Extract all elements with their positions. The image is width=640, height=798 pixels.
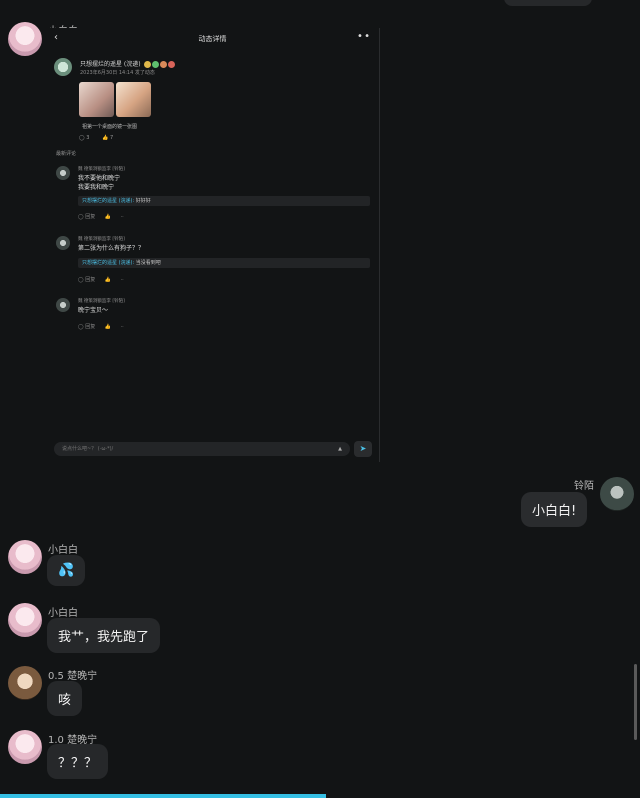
send-icon: ➤ [354,441,372,457]
reply-label: 回复 [85,324,96,330]
thumbs-up-icon: 👍 [102,135,109,141]
sender-name: 0.5 楚晚宁 [48,671,98,682]
reply-text: 当没看到吧 [134,260,161,266]
comment-item: 魏 德策洞额监李 [铃陌] 晚宁宝贝～ ◯ 回复 👍 ·· [56,298,372,338]
more-icon: ·· [120,277,124,283]
comment-reply: 只想摆烂的遥星 (浣递): 好好好 [78,196,370,206]
more-icon: • • [357,31,370,42]
comment-icon: ◯ [79,135,85,141]
comment-reply: 只想摆烂的遥星 (浣递): 当没看到吧 [78,258,370,268]
comment-input: 说点什么吧~？ (·ω·*)/ ▲ [54,442,350,456]
post-meta: 2023年6月30日 14:14 发了动态 [80,70,155,76]
more-icon: ·· [120,324,124,330]
shared-screenshot[interactable]: ‹ 动态详情 • • 只想摆烂的遥星 (浣递) 2023年6月30日 14:14… [46,28,380,462]
previous-message-bubble [504,0,592,6]
commenter-name: 魏 德策洞额监李 [铃陌] [78,237,125,242]
like-count: 7 [109,135,114,141]
reply-name: 只想摆烂的遥星 (浣递): [82,198,135,204]
comment-text: 晚宁宝贝～ [78,307,109,314]
commenter-name: 魏 德策洞额监李 [铃陌] [78,167,125,172]
avatar[interactable] [8,22,42,56]
section-label: 最新评论 [56,151,77,157]
sender-name: 小白白 [48,545,78,556]
comment-actions: ◯ 回复 👍 ·· [78,277,124,283]
thumbs-up-icon: 👍 [104,324,111,330]
message-bubble[interactable]: 咳 [47,681,83,716]
reply-name: 只想摆烂的遥星 (浣递): [82,260,135,266]
comment-line: 我不要他和晚宁 [78,175,121,182]
reply-label: 回复 [85,214,96,220]
progress-bar [0,794,326,798]
commenter-name: 魏 德策洞额监李 [铃陌] [78,299,125,304]
comment-item: 魏 德策洞额监李 [铃陌] 第二张为什么有狗子？？ 只想摆烂的遥星 (浣递): … [56,236,372,296]
comment-actions: ◯ 回复 👍 ·· [78,324,124,330]
commenter-avatar [56,236,70,250]
badge-icon [167,61,175,68]
post-author: 只想摆烂的遥星 (浣递) [80,59,175,68]
avatar[interactable] [600,477,634,511]
reply-text: 好好好 [134,198,151,204]
comment-line: 我要我和晚宁 [78,184,115,191]
thumbs-up-icon: 👍 [104,214,111,220]
message-bubble[interactable]: ？？？ [47,744,109,779]
post-author-name: 只想摆烂的遥星 (浣递) [80,61,141,68]
comment-item: 魏 德策洞额监李 [铃陌] 我不要他和晚宁 我要我和晚宁 只想摆烂的遥星 (浣递… [56,166,372,246]
thumbs-up-icon: 👍 [104,277,111,283]
avatar[interactable] [8,540,42,574]
message-bubble[interactable]: 我艹，我先跑了 [47,618,161,653]
sender-name: 铃陌 [574,481,594,492]
avatar[interactable] [8,666,42,700]
message-bubble[interactable]: 小白白! [521,492,588,527]
input-placeholder: 说点什么吧~？ (·ω·*)/ [62,446,114,452]
post-avatar [54,58,72,76]
image-icon: ▲ [338,446,342,452]
more-icon: ·· [120,214,124,220]
badge-icon [151,61,159,68]
post-image [79,82,114,117]
comment-text: 我不要他和晚宁 我要我和晚宁 [78,174,120,192]
scrollbar[interactable] [634,664,637,740]
post-stats: ◯ 3 👍 7 [79,135,113,141]
card-header-title: 动态详情 [198,35,227,43]
post-image [116,82,151,117]
comment-text: 第二张为什么有狗子？？ [78,245,145,252]
sender-name: 小白白 [48,608,78,619]
badge-icon [159,61,167,68]
commenter-avatar [56,298,70,312]
post-caption: 祖第一个桌面的镜一张图 [82,124,138,130]
comment-actions: ◯ 回复 👍 ·· [78,214,124,220]
commenter-avatar [56,166,70,180]
avatar[interactable] [8,730,42,764]
avatar[interactable] [8,603,42,637]
message-bubble[interactable]: 💦 [47,555,86,586]
badge-icon [143,61,151,68]
comment-count: 3 [86,135,90,141]
reply-label: 回复 [85,277,96,283]
